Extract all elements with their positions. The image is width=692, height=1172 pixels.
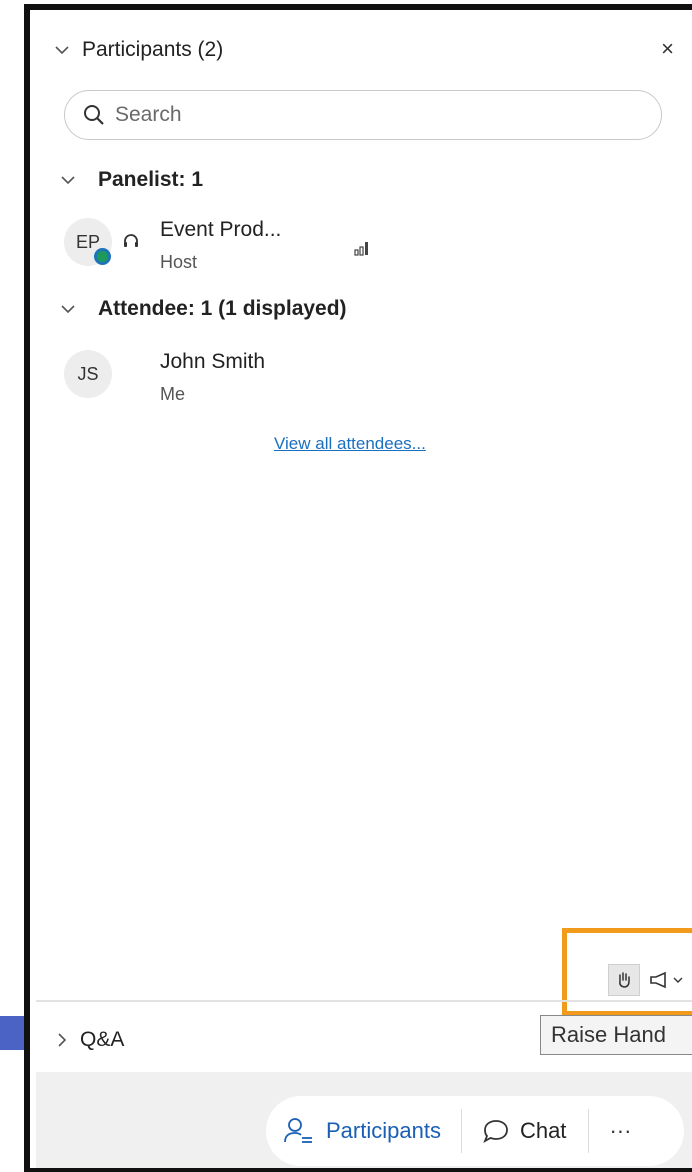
raise-hand-button[interactable] <box>608 964 640 996</box>
chevron-down-icon <box>55 46 69 55</box>
chat-tab-label: Chat <box>519 1118 567 1143</box>
panelist-section-header[interactable]: Panelist: 1 <box>60 168 203 192</box>
headset-icon <box>124 234 138 247</box>
participant-role: Host <box>160 252 198 272</box>
presence-status-icon <box>94 248 111 265</box>
qa-section-header[interactable]: Q&A <box>56 1028 124 1052</box>
list-item-attendee[interactable]: JS John Smith Me <box>64 344 624 404</box>
more-icon[interactable]: ··· <box>609 1118 631 1144</box>
raise-hand-icon <box>619 972 630 988</box>
tab-separator <box>588 1109 590 1153</box>
panel-title: Participants (2) <box>82 38 224 61</box>
avatar-initials: JS <box>77 363 99 384</box>
search-icon <box>84 105 104 125</box>
left-edge-bar <box>0 1016 26 1050</box>
participant-role: Me <box>160 384 186 404</box>
list-item-panelist[interactable]: EP Event Prod... Host <box>64 218 624 278</box>
chevron-down-icon <box>673 977 683 983</box>
panel-header[interactable]: Participants (2) <box>54 38 223 62</box>
chat-icon <box>483 1120 508 1143</box>
raise-hand-tooltip: Raise Hand <box>540 1015 692 1055</box>
close-icon[interactable]: × <box>661 36 674 62</box>
footer-bar: Participants Chat ··· <box>36 1072 692 1168</box>
qa-section-title: Q&A <box>80 1028 125 1051</box>
chevron-right-icon <box>58 1033 67 1047</box>
panelist-section-title: Panelist: 1 <box>98 168 204 191</box>
avatar: EP <box>64 218 112 266</box>
chat-tab[interactable]: Chat <box>482 1118 566 1144</box>
search-placeholder: Search <box>115 103 182 126</box>
tab-separator <box>460 1109 462 1153</box>
participant-name: Event Prod... <box>160 218 282 241</box>
attendee-section-title: Attendee: 1 (1 displayed) <box>98 297 347 320</box>
participant-name: John Smith <box>160 350 266 373</box>
participants-icon <box>284 1118 312 1143</box>
reactions-button[interactable] <box>648 964 692 996</box>
search-input[interactable]: Search <box>64 90 662 140</box>
avatar: JS <box>64 350 112 398</box>
participants-tab[interactable]: Participants <box>284 1117 441 1145</box>
view-all-attendees-link[interactable]: View all attendees... <box>274 434 426 454</box>
chevron-down-icon <box>61 305 75 314</box>
participants-panel: Participants (2) × Search Panelist: 1 EP… <box>24 4 692 1172</box>
section-divider <box>36 1000 692 1002</box>
footer-tab-group: Participants Chat ··· <box>266 1096 684 1166</box>
chevron-down-icon <box>61 176 75 185</box>
megaphone-icon <box>650 971 666 989</box>
signal-bars-icon <box>354 242 368 256</box>
participants-tab-label: Participants <box>326 1118 441 1143</box>
attendee-section-header[interactable]: Attendee: 1 (1 displayed) <box>60 297 347 321</box>
